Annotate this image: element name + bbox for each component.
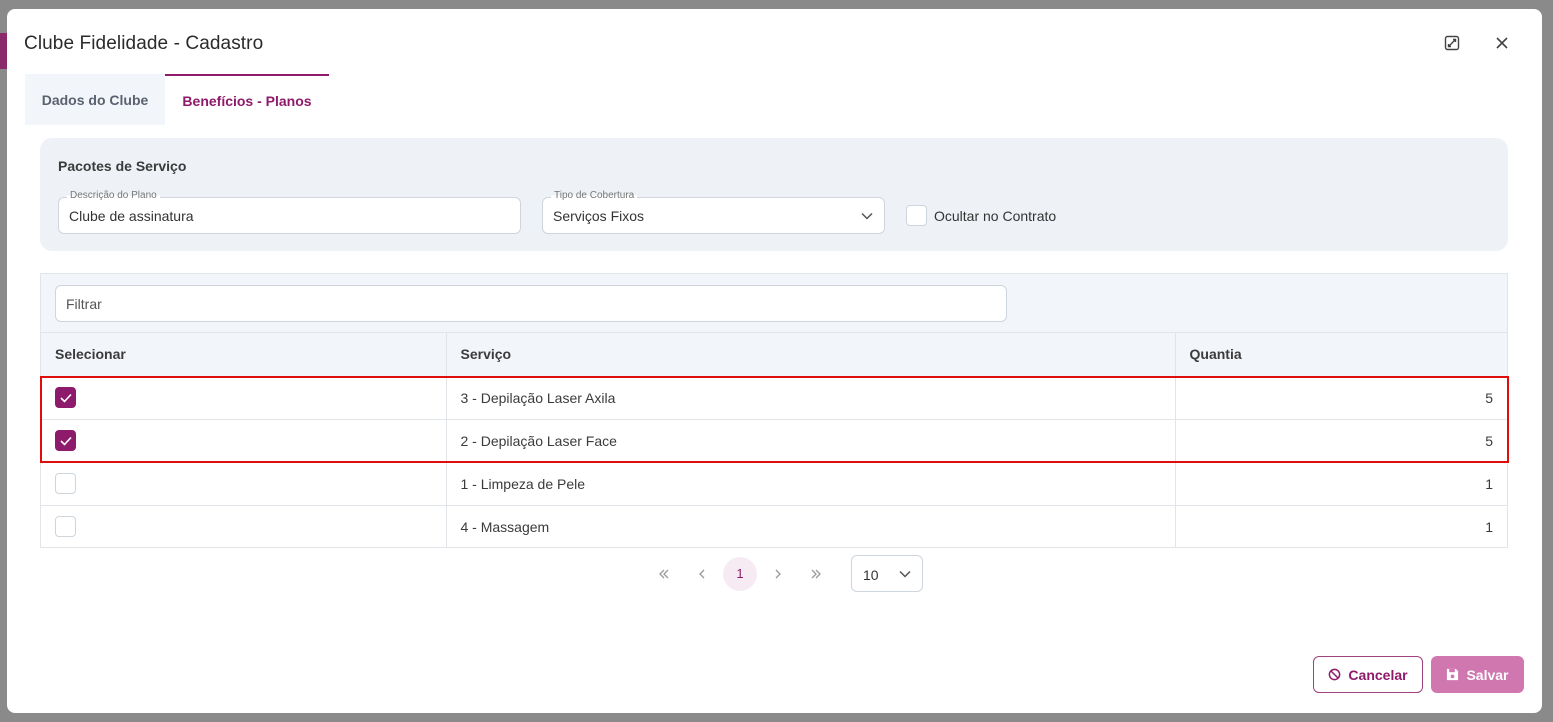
chevron-right-icon bbox=[775, 569, 781, 578]
row-checkbox[interactable] bbox=[55, 430, 76, 451]
save-icon bbox=[1446, 668, 1459, 681]
quantia-cell: 1 bbox=[1175, 462, 1507, 506]
chevron-left-icon bbox=[699, 569, 705, 578]
rows-per-page-value: 10 bbox=[863, 567, 879, 583]
check-icon bbox=[59, 436, 72, 446]
tab-bar: Dados do Clube Benefícios - Planos bbox=[25, 74, 329, 125]
expand-button[interactable] bbox=[1440, 31, 1464, 55]
rows-per-page-select[interactable]: 10 bbox=[851, 555, 923, 592]
chevron-down-icon bbox=[899, 570, 911, 578]
tipo-cobertura-select[interactable]: Tipo de Cobertura Serviços Fixos bbox=[542, 190, 885, 234]
table-row: 1 - Limpeza de Pele 1 bbox=[41, 462, 1507, 506]
save-label: Salvar bbox=[1466, 666, 1509, 683]
tipo-cobertura-label: Tipo de Cobertura bbox=[551, 190, 638, 201]
ocultar-label: Ocultar no Contrato bbox=[934, 207, 1057, 224]
double-chevron-left-icon bbox=[659, 569, 669, 578]
quantia-cell: 1 bbox=[1485, 518, 1493, 535]
quantia-cell: 5 bbox=[1175, 376, 1507, 420]
pagination: 1 10 bbox=[647, 555, 923, 592]
servico-cell: 1 - Limpeza de Pele bbox=[446, 462, 1176, 506]
descricao-label: Descrição do Plano bbox=[67, 190, 160, 201]
servico-cell: 4 - Massagem bbox=[446, 505, 1176, 548]
servicos-table: Selecionar Serviço Quantia 3 - Depilação… bbox=[40, 273, 1508, 548]
ocultar-contrato-toggle[interactable]: Ocultar no Contrato bbox=[906, 205, 1056, 226]
expand-icon bbox=[1444, 35, 1460, 51]
save-button[interactable]: Salvar bbox=[1431, 656, 1524, 693]
next-page-button[interactable] bbox=[761, 557, 795, 591]
descricao-value: Clube de assinatura bbox=[69, 208, 194, 224]
cadastro-dialog: Clube Fidelidade - Cadastro Dados do Clu… bbox=[7, 9, 1542, 713]
filter-input[interactable] bbox=[55, 285, 1007, 322]
tab-dados-do-clube[interactable]: Dados do Clube bbox=[25, 74, 165, 125]
row-checkbox[interactable] bbox=[55, 387, 76, 408]
ban-icon bbox=[1328, 668, 1341, 681]
pacotes-panel: Pacotes de Serviço Descrição do Plano Cl… bbox=[40, 138, 1508, 251]
tab-beneficios-planos[interactable]: Benefícios - Planos bbox=[165, 74, 329, 125]
first-page-button[interactable] bbox=[647, 557, 681, 591]
servico-cell: 2 - Depilação Laser Face bbox=[446, 419, 1176, 463]
table-row: 3 - Depilação Laser Axila 5 bbox=[41, 376, 1507, 420]
table-row: 2 - Depilação Laser Face 5 bbox=[41, 419, 1507, 463]
background-app-edge bbox=[0, 33, 7, 69]
panel-title: Pacotes de Serviço bbox=[58, 158, 187, 174]
filter-bar bbox=[41, 274, 1507, 333]
descricao-field[interactable]: Descrição do Plano Clube de assinatura bbox=[58, 190, 521, 234]
cancel-button[interactable]: Cancelar bbox=[1313, 656, 1423, 693]
check-icon bbox=[59, 393, 72, 403]
prev-page-button[interactable] bbox=[685, 557, 719, 591]
table-row: 4 - Massagem 1 bbox=[41, 505, 1507, 548]
servico-cell: 3 - Depilação Laser Axila bbox=[446, 376, 1176, 420]
column-header-quantia[interactable]: Quantia bbox=[1175, 333, 1507, 377]
chevron-down-icon bbox=[861, 212, 873, 220]
table-header-row: Selecionar Serviço Quantia bbox=[41, 333, 1507, 377]
last-page-button[interactable] bbox=[799, 557, 833, 591]
column-header-servico[interactable]: Serviço bbox=[446, 333, 1176, 377]
row-checkbox[interactable] bbox=[55, 516, 76, 538]
row-checkbox[interactable] bbox=[55, 473, 76, 494]
close-button[interactable] bbox=[1490, 31, 1514, 55]
column-header-selecionar[interactable]: Selecionar bbox=[41, 333, 447, 377]
ocultar-checkbox[interactable] bbox=[906, 205, 927, 226]
close-icon bbox=[1496, 37, 1508, 49]
quantia-cell: 5 bbox=[1175, 419, 1507, 463]
page-number-button[interactable]: 1 bbox=[723, 556, 757, 591]
double-chevron-right-icon bbox=[811, 569, 821, 578]
dialog-title: Clube Fidelidade - Cadastro bbox=[24, 33, 264, 54]
tipo-cobertura-value: Serviços Fixos bbox=[553, 208, 645, 224]
cancel-label: Cancelar bbox=[1348, 666, 1408, 683]
